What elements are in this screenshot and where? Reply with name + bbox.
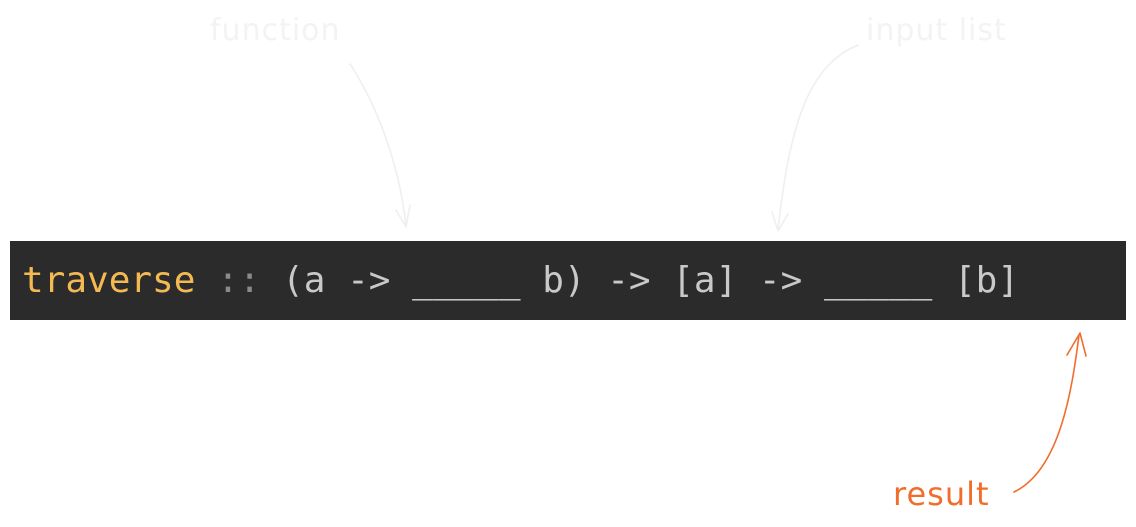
result-arrowhead [1066, 332, 1087, 357]
code-block: traverse :: (a -> _____ b) -> [a] -> ___… [10, 241, 1126, 320]
result-label: result [893, 475, 990, 513]
function-arrowhead [395, 204, 411, 228]
function-name: traverse [22, 260, 196, 301]
function-argument-open: (a -> [282, 260, 413, 301]
result-type: [b] [932, 260, 1020, 301]
input-list-arrow [777, 44, 859, 231]
input-list-label: input list [866, 13, 1007, 48]
function-argument-close: b) -> [a] -> [520, 260, 824, 301]
type-separator: :: [195, 260, 283, 301]
function-arrow [349, 63, 407, 227]
result-arrow [1013, 334, 1080, 493]
input-list-arrowhead [771, 211, 789, 232]
result-context-blank: _____ [823, 260, 933, 301]
function-context-blank: _____ [412, 260, 521, 301]
function-label: function [210, 13, 341, 48]
type-signature: traverse :: (a -> _____ b) -> [a] -> ___… [22, 261, 1019, 301]
